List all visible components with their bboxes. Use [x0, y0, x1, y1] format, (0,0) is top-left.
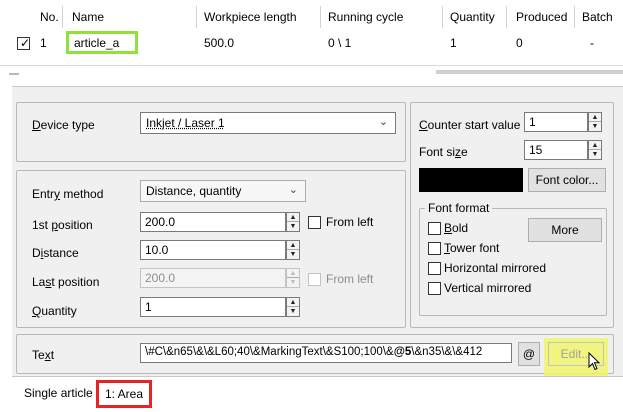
vertical-mirrored-checkbox[interactable]: [428, 282, 441, 295]
distance-spinner[interactable]: ▲ ▼: [286, 240, 300, 260]
chevron-down-icon: ⌄: [288, 184, 298, 196]
column-header-no[interactable]: No.: [40, 10, 59, 24]
last-position-from-left-checkbox: [308, 273, 321, 286]
bold-label: Bold: [444, 221, 469, 235]
vertical-mirrored-label: Vertical mirrored: [444, 281, 532, 295]
column-separator: [62, 6, 63, 28]
arrow-down-icon[interactable]: ▼: [589, 150, 601, 159]
counter-start-input[interactable]: 1: [524, 112, 588, 132]
first-position-spinner[interactable]: ▲ ▼: [286, 212, 300, 232]
device-type-label: Device type: [32, 118, 95, 132]
font-size-spinner[interactable]: ▲ ▼: [588, 140, 602, 160]
bold-checkbox[interactable]: [428, 222, 441, 235]
device-type-dropdown[interactable]: Inkjet / Laser 1 ⌄: [140, 112, 396, 134]
insert-variable-button[interactable]: @: [518, 342, 540, 366]
tower-font-label: Tower font: [444, 241, 500, 255]
horizontal-scrollbar[interactable]: [436, 70, 623, 74]
column-header-workpiece-length[interactable]: Workpiece length: [204, 10, 297, 24]
chevron-down-icon: ⌄: [378, 116, 388, 128]
entry-method-dropdown[interactable]: Distance, quantity ⌄: [140, 180, 306, 202]
row-name: article_a: [74, 36, 120, 50]
row-quantity: 1: [450, 36, 457, 50]
tab-area[interactable]: 1: Area: [96, 380, 153, 408]
row-running-cycle: 0 \ 1: [328, 36, 352, 50]
row-no: 1: [40, 36, 47, 50]
font-size-label: Font size: [419, 145, 468, 159]
arrow-down-icon[interactable]: ▼: [287, 222, 299, 231]
row-name-cell[interactable]: article_a: [66, 31, 138, 54]
font-format-title: Font format: [425, 201, 493, 215]
last-position-input: 200.0: [140, 268, 286, 288]
last-position-from-left-label: From left: [326, 272, 374, 286]
tower-font-checkbox[interactable]: [428, 242, 441, 255]
font-color-button[interactable]: Font color...: [528, 168, 606, 192]
column-separator: [320, 6, 321, 28]
arrow-down-icon[interactable]: ▼: [287, 250, 299, 259]
counter-start-spinner[interactable]: ▲ ▼: [588, 112, 602, 132]
quantity-label: Quantity: [32, 304, 77, 318]
row-checkbox[interactable]: ✓: [17, 36, 31, 50]
mouse-cursor-icon: [588, 352, 601, 371]
column-header-produced[interactable]: Produced: [516, 10, 567, 24]
first-position-from-left-checkbox[interactable]: [308, 216, 321, 229]
quantity-input[interactable]: 1: [140, 297, 286, 317]
first-position-input[interactable]: 200.0: [140, 212, 286, 232]
arrow-down-icon: ▼: [289, 279, 297, 286]
distance-label: Distance: [32, 246, 79, 260]
font-color-swatch: [419, 168, 523, 192]
first-position-label: 1st position: [32, 218, 93, 232]
arrow-down-icon[interactable]: ▼: [589, 122, 601, 131]
row-produced: 0: [516, 36, 523, 50]
column-header-batch[interactable]: Batch: [582, 10, 613, 24]
text-label: Text: [32, 348, 55, 362]
arrow-up-icon[interactable]: ▲: [287, 241, 299, 250]
splitter-grip[interactable]: [9, 73, 19, 75]
first-position-from-left-label: From left: [326, 215, 374, 229]
column-header-name[interactable]: Name: [72, 10, 104, 24]
column-header-quantity[interactable]: Quantity: [450, 10, 495, 24]
column-separator: [574, 6, 575, 28]
arrow-up-icon[interactable]: ▲: [589, 141, 601, 150]
column-separator: [196, 6, 197, 28]
text-input[interactable]: \#C\&n65\&\&L60;40\&MarkingText\&S100;10…: [140, 343, 512, 363]
quantity-spinner[interactable]: ▲ ▼: [286, 297, 300, 317]
horizontal-mirrored-label: Horizontal mirrored: [444, 261, 547, 275]
entry-method-label: Entry method: [32, 187, 104, 201]
arrow-up-icon[interactable]: ▲: [287, 298, 299, 307]
last-position-label: Last position: [32, 275, 100, 289]
arrow-down-icon[interactable]: ▼: [287, 307, 299, 316]
row-batch: -: [590, 36, 594, 50]
more-button[interactable]: More: [528, 218, 602, 242]
last-position-spinner: ▲ ▼: [286, 268, 300, 288]
arrow-up-icon[interactable]: ▲: [589, 113, 601, 122]
tab-single-article[interactable]: Single article: [18, 383, 99, 405]
column-separator: [506, 6, 507, 28]
checkmark-icon: ✓: [20, 36, 31, 50]
column-header-running-cycle[interactable]: Running cycle: [328, 10, 403, 24]
arrow-up-icon[interactable]: ▲: [287, 213, 299, 222]
arrow-up-icon: ▲: [287, 269, 299, 278]
distance-input[interactable]: 10.0: [140, 240, 286, 260]
horizontal-mirrored-checkbox[interactable]: [428, 262, 441, 275]
column-separator: [442, 6, 443, 28]
row-workpiece-length: 500.0: [204, 36, 235, 50]
counter-start-label: Counter start value: [419, 118, 521, 132]
font-size-input[interactable]: 15: [524, 140, 588, 160]
